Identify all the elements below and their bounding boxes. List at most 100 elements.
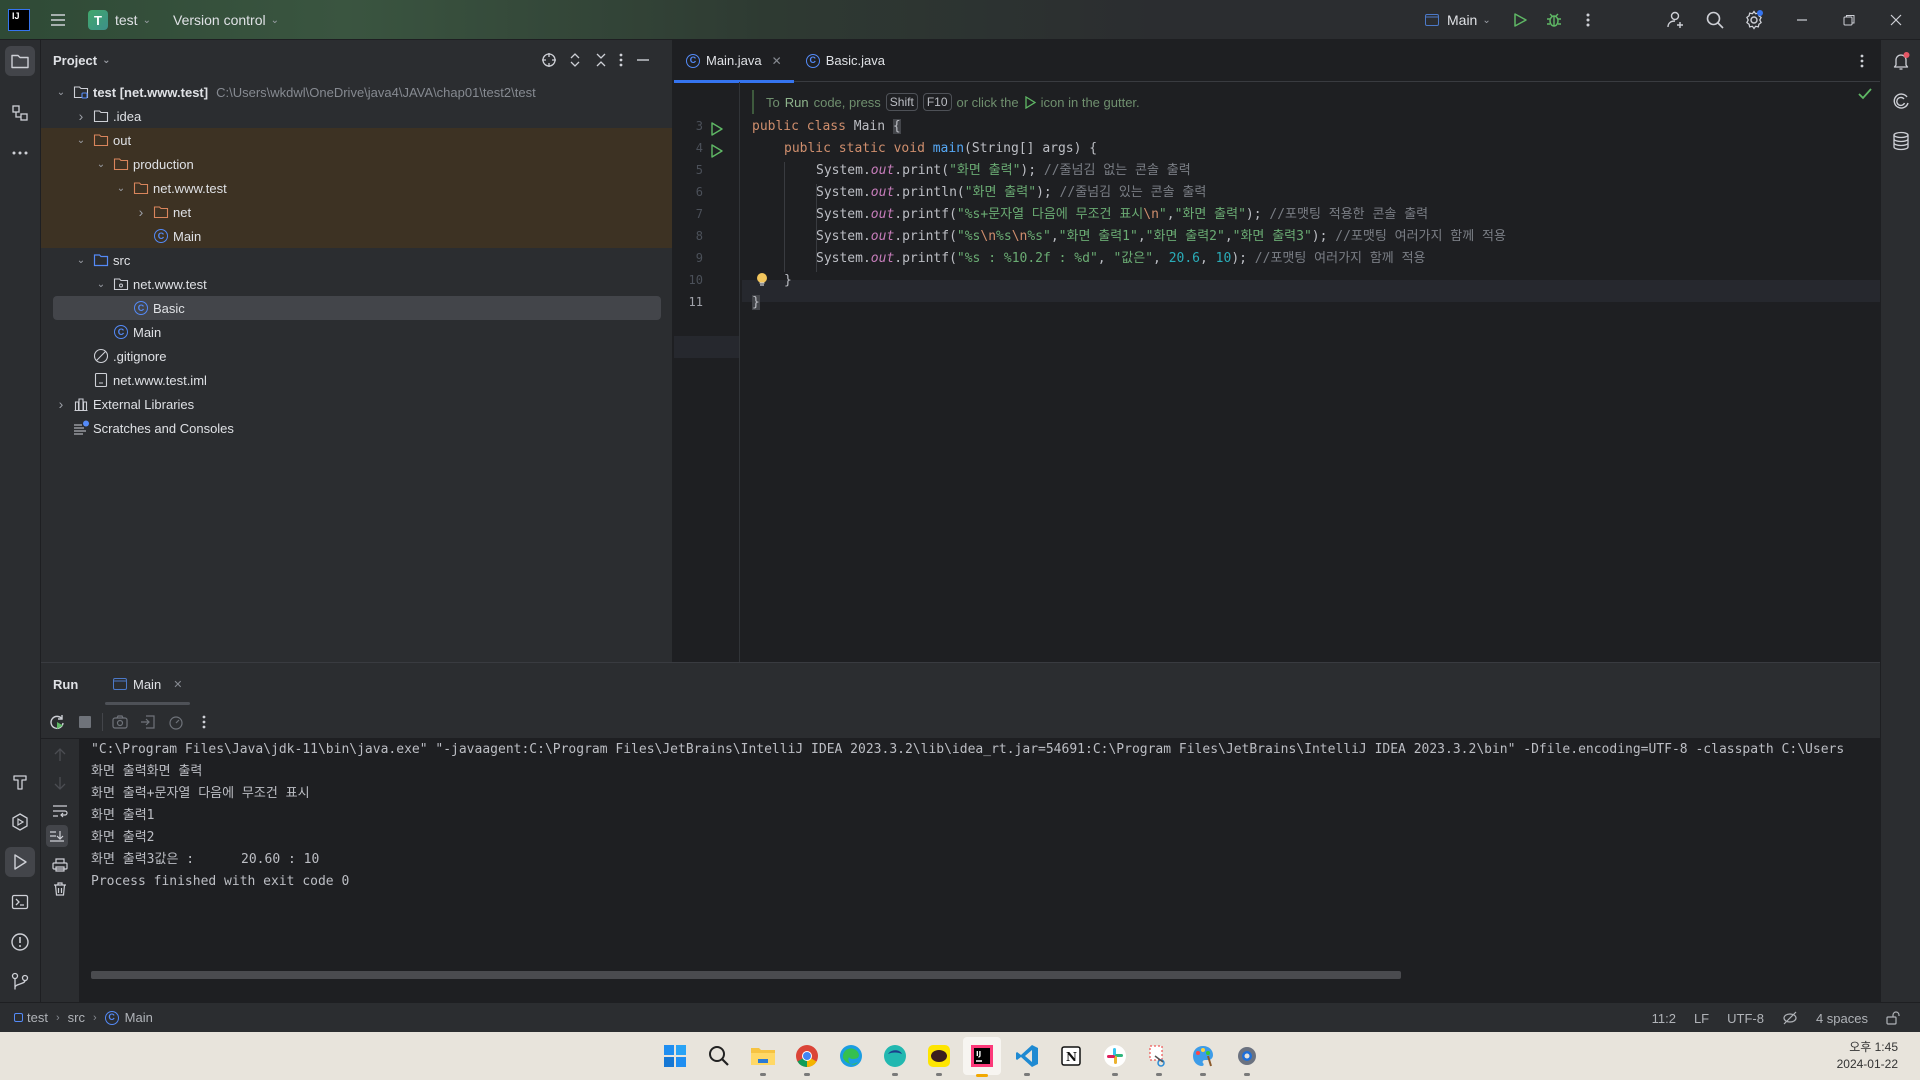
main-menu-icon[interactable] [48, 10, 68, 30]
dump-threads-icon[interactable] [109, 714, 131, 729]
tree-item[interactable]: .gitignore [41, 344, 672, 368]
tree-item[interactable]: C Main [41, 224, 672, 248]
run-gutter-icon[interactable] [710, 122, 724, 136]
scroll-to-end-icon[interactable] [46, 825, 68, 847]
more-actions-icon[interactable] [1576, 8, 1600, 32]
debug-button[interactable] [1542, 8, 1566, 32]
notifications-button[interactable] [1886, 46, 1916, 76]
tree-item[interactable]: › External Libraries [41, 392, 672, 416]
chrome-icon[interactable] [791, 1040, 823, 1076]
windows-start-icon[interactable] [659, 1040, 691, 1072]
lightbulb-icon[interactable] [756, 272, 768, 288]
project-switcher[interactable]: T test ⌄ [88, 10, 151, 30]
breadcrumb-item[interactable]: src [68, 1010, 85, 1025]
structure-tool-button[interactable] [5, 98, 35, 128]
tree-item[interactable]: C Basic [53, 296, 661, 320]
git-tool-button[interactable] [5, 967, 35, 997]
services-tool-button[interactable] [5, 807, 35, 837]
tree-item[interactable]: ⌄ net.www.test [41, 176, 672, 200]
vscode-icon[interactable] [1011, 1040, 1043, 1076]
tree-item[interactable]: › net [41, 200, 672, 224]
editor-gutter[interactable]: 3 4 5 6 7 8 9 10 11 [674, 82, 740, 662]
rerun-icon[interactable] [46, 714, 68, 730]
edge-icon[interactable] [835, 1040, 867, 1072]
clear-all-trash-icon[interactable] [52, 881, 68, 897]
tree-item[interactable]: › .idea [41, 104, 672, 128]
code-with-me-icon[interactable] [1664, 8, 1688, 32]
locate-file-icon[interactable] [541, 52, 557, 68]
run-tool-button[interactable] [5, 847, 35, 877]
tree-item[interactable]: ⌄ production [41, 152, 672, 176]
run-gutter-icon[interactable] [710, 144, 724, 158]
chevron-down-icon[interactable]: ⌄ [113, 183, 129, 194]
more-tools-icon[interactable] [5, 138, 35, 168]
intellij-logo-icon[interactable]: IJ [8, 9, 30, 31]
chevron-right-icon[interactable]: › [133, 204, 149, 220]
tree-item[interactable]: ⌄ test [net.www.test] C:\Users\wkdwl\OneDr… [41, 80, 672, 104]
close-tab-icon[interactable]: ✕ [772, 54, 782, 68]
kakaotalk-icon[interactable] [923, 1040, 955, 1076]
build-tool-button[interactable] [5, 767, 35, 797]
snipping-tool-icon[interactable] [1143, 1040, 1175, 1076]
run-tab-main[interactable]: Main ✕ [105, 663, 191, 705]
collapse-all-icon[interactable] [593, 52, 609, 68]
print-icon[interactable] [52, 857, 68, 873]
tree-item[interactable]: net.www.test.iml [41, 368, 672, 392]
no-inspections-icon[interactable] [1782, 1011, 1798, 1025]
close-tab-icon[interactable]: ✕ [173, 678, 182, 691]
settings-icon[interactable] [1742, 8, 1766, 32]
file-encoding[interactable]: UTF-8 [1727, 1011, 1764, 1026]
paint-icon[interactable] [1187, 1040, 1219, 1076]
chevron-right-icon[interactable]: › [53, 396, 69, 412]
chevron-down-icon[interactable]: ⌄ [93, 279, 109, 290]
chevron-down-icon[interactable]: ⌄ [102, 55, 110, 66]
no-problems-check-icon[interactable] [1858, 88, 1872, 100]
project-panel-title[interactable]: Project [53, 53, 97, 68]
tree-item[interactable]: ⌄ src [41, 248, 672, 272]
run-config-selector[interactable]: Main ⌄ [1425, 12, 1491, 28]
intellij-idea-taskbar-icon[interactable]: IJ [963, 1037, 1001, 1077]
chevron-right-icon[interactable]: › [73, 108, 89, 124]
tree-item[interactable]: ⌄ out [41, 128, 672, 152]
ai-assistant-button[interactable] [1886, 86, 1916, 116]
breadcrumb-item[interactable]: Main [125, 1010, 153, 1025]
stop-icon[interactable] [74, 715, 96, 728]
terminal-tool-button[interactable] [5, 887, 35, 917]
whale-browser-icon[interactable] [879, 1040, 911, 1076]
close-window-button[interactable] [1884, 8, 1908, 32]
database-button[interactable] [1886, 126, 1916, 156]
slack-icon[interactable] [1099, 1040, 1131, 1076]
restore-layout-icon[interactable] [137, 714, 159, 730]
code-editor[interactable]: To Run code, press Shift F10 or click th… [742, 82, 1880, 662]
arrow-down-icon[interactable] [52, 775, 68, 791]
chevron-down-icon[interactable]: ⌄ [73, 135, 89, 146]
console-output[interactable]: "C:\Program Files\Java\jdk-11\bin\java.e… [79, 739, 1880, 1003]
horizontal-scrollbar[interactable] [91, 971, 1401, 979]
options-icon[interactable] [619, 52, 623, 68]
tab-basic-java[interactable]: C Basic.java [794, 40, 897, 82]
chevron-down-icon[interactable]: ⌄ [93, 159, 109, 170]
chevron-down-icon[interactable]: ⌄ [73, 255, 89, 266]
settings-app-icon[interactable] [1231, 1040, 1263, 1076]
tab-main-java[interactable]: C Main.java ✕ [674, 40, 794, 83]
tree-item[interactable]: C Main [41, 320, 672, 344]
tab-options-icon[interactable] [1860, 53, 1864, 69]
search-icon[interactable] [703, 1040, 735, 1072]
breadcrumb-item[interactable]: test [27, 1010, 48, 1025]
profiler-icon[interactable] [165, 714, 187, 730]
arrow-up-icon[interactable] [52, 747, 68, 763]
system-clock[interactable]: 오후 1:45 2024-01-22 [1837, 1039, 1898, 1073]
soft-wrap-icon[interactable] [52, 803, 68, 819]
tree-item[interactable]: ⌄ net.www.test [41, 272, 672, 296]
chevron-down-icon[interactable]: ⌄ [53, 87, 69, 98]
indent-setting[interactable]: 4 spaces [1816, 1011, 1868, 1026]
problems-tool-button[interactable] [5, 927, 35, 957]
tree-item[interactable]: Scratches and Consoles [41, 416, 672, 440]
more-options-icon[interactable] [193, 714, 215, 730]
unlock-icon[interactable] [1886, 1011, 1900, 1025]
caret-position[interactable]: 11:2 [1652, 1011, 1676, 1026]
search-everywhere-icon[interactable] [1703, 8, 1727, 32]
hide-panel-icon[interactable] [635, 52, 651, 68]
notion-icon[interactable]: N [1055, 1040, 1087, 1072]
vcs-widget[interactable]: Version control ⌄ [173, 12, 279, 28]
